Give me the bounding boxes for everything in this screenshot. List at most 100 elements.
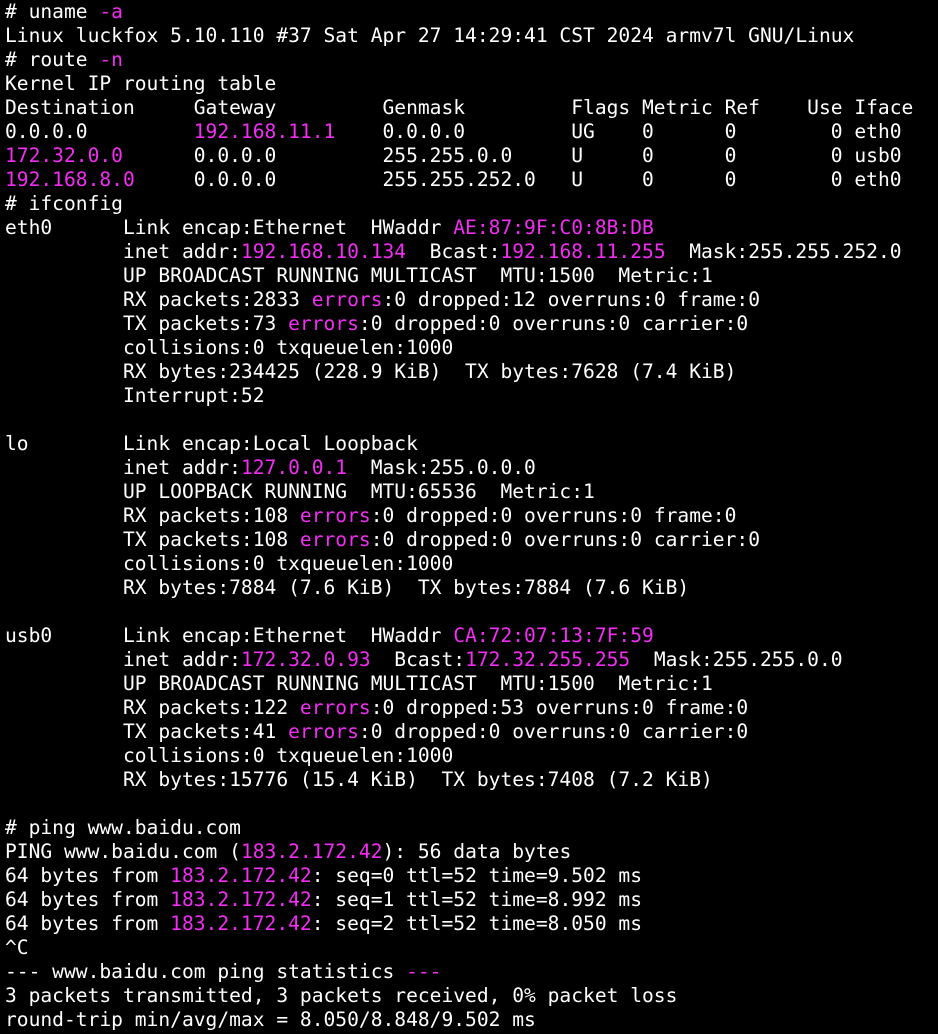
highlighted-text: 172.32.255.255 — [465, 648, 631, 671]
terminal-text: TX packets:73 — [5, 312, 289, 335]
terminal-line: collisions:0 txqueuelen:1000 — [5, 744, 938, 768]
highlighted-text: 183.2.172.42 — [170, 864, 312, 887]
highlighted-text: errors — [288, 720, 359, 743]
terminal-text: inet addr: — [5, 456, 241, 479]
terminal-line: Destination Gateway Genmask Flags Metric… — [5, 96, 938, 120]
terminal-text: Bcast: — [406, 240, 501, 263]
highlighted-text: -n — [99, 48, 123, 71]
terminal-text: PING www.baidu.com ( — [5, 840, 241, 863]
terminal-line: # uname -a — [5, 0, 938, 24]
terminal-text: Bcast: — [370, 648, 466, 671]
highlighted-text: errors — [299, 528, 371, 551]
terminal-text: Destination Gateway Genmask Flags Metric… — [5, 96, 914, 119]
terminal-text: Linux luckfox 5.10.110 #37 Sat Apr 27 14… — [5, 24, 855, 47]
terminal-text: inet addr: — [5, 648, 241, 671]
terminal-line: UP BROADCAST RUNNING MULTICAST MTU:1500 … — [5, 672, 938, 696]
terminal-line: inet addr:192.168.10.134 Bcast:192.168.1… — [5, 240, 938, 264]
terminal-line: Interrupt:52 — [5, 384, 938, 408]
terminal-text: : seq=0 ttl=52 time=9.502 ms — [311, 864, 643, 887]
terminal-line: PING www.baidu.com (183.2.172.42): 56 da… — [5, 840, 938, 864]
terminal-line: 64 bytes from 183.2.172.42: seq=1 ttl=52… — [5, 888, 938, 912]
terminal-text: :0 dropped:53 overruns:0 frame:0 — [370, 696, 749, 719]
terminal-line: UP BROADCAST RUNNING MULTICAST MTU:1500 … — [5, 264, 938, 288]
terminal-line: lo Link encap:Local Loopback — [5, 432, 938, 456]
terminal-line: 192.168.8.0 0.0.0.0 255.255.252.0 U 0 0 … — [5, 168, 938, 192]
highlighted-text: -a — [99, 0, 123, 23]
highlighted-text: --- — [406, 960, 442, 983]
terminal-text: RX bytes:7884 (7.6 KiB) TX bytes:7884 (7… — [5, 576, 690, 599]
terminal-text: RX packets:122 — [5, 696, 300, 719]
terminal-text: :0 dropped:0 overruns:0 carrier:0 — [370, 528, 760, 551]
terminal-text: 0.0.0.0 255.255.252.0 U 0 0 0 eth0 — [134, 168, 902, 191]
terminal-text: ^C — [5, 936, 29, 959]
terminal-text: RX packets:108 — [5, 504, 300, 527]
terminal-text: # ifconfig — [5, 192, 123, 215]
terminal-line: TX packets:41 errors:0 dropped:0 overrun… — [5, 720, 938, 744]
terminal-text: 0.0.0.0 UG 0 0 0 eth0 — [335, 120, 902, 143]
terminal-window[interactable]: # uname -a Linux luckfox 5.10.110 #37 Sat… — [0, 0, 938, 1034]
terminal-line: inet addr:172.32.0.93 Bcast:172.32.255.2… — [5, 648, 938, 672]
terminal-text: # route — [5, 48, 100, 71]
terminal-line: RX packets:122 errors:0 dropped:53 overr… — [5, 696, 938, 720]
terminal-line: RX packets:108 errors:0 dropped:0 overru… — [5, 504, 938, 528]
highlighted-text: 172.32.0.0 — [5, 144, 123, 167]
terminal-text: collisions:0 txqueuelen:1000 — [5, 336, 454, 359]
terminal-text: 64 bytes from — [5, 912, 171, 935]
terminal-text: 0.0.0.0 255.255.0.0 U 0 0 0 usb0 — [122, 144, 902, 167]
highlighted-text: errors — [299, 504, 371, 527]
terminal-text: RX bytes:15776 (15.4 KiB) TX bytes:7408 … — [5, 768, 713, 791]
terminal-text: Mask:255.255.0.0 — [630, 648, 843, 671]
terminal-text: 64 bytes from — [5, 888, 171, 911]
highlighted-text: AE:87:9F:C0:8B:DB — [453, 216, 654, 239]
terminal-line: collisions:0 txqueuelen:1000 — [5, 336, 938, 360]
terminal-text: collisions:0 txqueuelen:1000 — [5, 552, 454, 575]
terminal-line: 3 packets transmitted, 3 packets receive… — [5, 984, 938, 1008]
highlighted-text: 183.2.172.42 — [170, 912, 312, 935]
terminal-line: 64 bytes from 183.2.172.42: seq=2 ttl=52… — [5, 912, 938, 936]
terminal-text: 3 packets transmitted, 3 packets receive… — [5, 984, 678, 1007]
terminal-text: UP BROADCAST RUNNING MULTICAST MTU:1500 … — [5, 672, 713, 695]
terminal-line: 0.0.0.0 192.168.11.1 0.0.0.0 UG 0 0 0 et… — [5, 120, 938, 144]
terminal-line: UP LOOPBACK RUNNING MTU:65536 Metric:1 — [5, 480, 938, 504]
highlighted-text: errors — [288, 312, 359, 335]
terminal-text: Kernel IP routing table — [5, 72, 277, 95]
terminal-line: RX packets:2833 errors:0 dropped:12 over… — [5, 288, 938, 312]
terminal-line: collisions:0 txqueuelen:1000 — [5, 552, 938, 576]
highlighted-text: 192.168.8.0 — [5, 168, 135, 191]
terminal-line: 64 bytes from 183.2.172.42: seq=0 ttl=52… — [5, 864, 938, 888]
terminal-text: : seq=1 ttl=52 time=8.992 ms — [311, 888, 643, 911]
terminal-text: :0 dropped:0 overruns:0 carrier:0 — [358, 312, 749, 335]
highlighted-text: 127.0.0.1 — [240, 456, 348, 479]
terminal-text: :0 dropped:12 overruns:0 frame:0 — [382, 288, 761, 311]
terminal-line: RX bytes:234425 (228.9 KiB) TX bytes:762… — [5, 360, 938, 384]
terminal-line: TX packets:73 errors:0 dropped:0 overrun… — [5, 312, 938, 336]
terminal-text: ): 56 data bytes — [382, 840, 572, 863]
terminal-text: UP BROADCAST RUNNING MULTICAST MTU:1500 … — [5, 264, 713, 287]
terminal-line: round-trip min/avg/max = 8.050/8.848/9.5… — [5, 1008, 938, 1032]
terminal-text: # ping www.baidu.com — [5, 816, 241, 839]
terminal-line: Linux luckfox 5.10.110 #37 Sat Apr 27 14… — [5, 24, 938, 48]
terminal-line: 172.32.0.0 0.0.0.0 255.255.0.0 U 0 0 0 u… — [5, 144, 938, 168]
terminal-line: # route -n — [5, 48, 938, 72]
terminal-text: Mask:255.255.252.0 — [665, 240, 902, 263]
terminal-line: ^C — [5, 936, 938, 960]
highlighted-text: 192.168.11.255 — [500, 240, 666, 263]
terminal-line: TX packets:108 errors:0 dropped:0 overru… — [5, 528, 938, 552]
terminal-text: Mask:255.0.0.0 — [347, 456, 536, 479]
highlighted-text: 192.168.11.1 — [193, 120, 336, 143]
terminal-line: usb0 Link encap:Ethernet HWaddr CA:72:07… — [5, 624, 938, 648]
terminal-text: # uname — [5, 0, 100, 23]
terminal-line: RX bytes:7884 (7.6 KiB) TX bytes:7884 (7… — [5, 576, 938, 600]
highlighted-text: 183.2.172.42 — [240, 840, 383, 863]
terminal-text: TX packets:108 — [5, 528, 300, 551]
terminal-text: 64 bytes from — [5, 864, 171, 887]
terminal-line: eth0 Link encap:Ethernet HWaddr AE:87:9F… — [5, 216, 938, 240]
terminal-text: RX packets:2833 — [5, 288, 312, 311]
highlighted-text: 172.32.0.93 — [240, 648, 371, 671]
terminal-line: RX bytes:15776 (15.4 KiB) TX bytes:7408 … — [5, 768, 938, 792]
highlighted-text: errors — [311, 288, 383, 311]
terminal-text: --- www.baidu.com ping statistics — [5, 960, 407, 983]
